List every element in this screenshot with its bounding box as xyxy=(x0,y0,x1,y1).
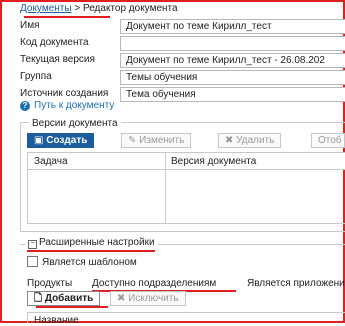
column-divider xyxy=(165,153,166,169)
column-name[interactable]: Название xyxy=(34,315,79,326)
annotation-underline xyxy=(24,16,110,18)
source-field[interactable]: Тема обучения xyxy=(120,87,345,102)
show-label: Отоб xyxy=(318,135,342,146)
advanced-settings-toggle[interactable]: − Расширенные настройки xyxy=(25,237,158,249)
delete-button[interactable]: ✖ Удалить xyxy=(218,133,282,148)
tab-products[interactable]: Продукты xyxy=(27,278,72,289)
is-template-row[interactable]: Является шаблоном xyxy=(27,256,137,268)
pencil-icon: ✎ xyxy=(128,135,137,146)
name-field[interactable]: Документ по теме Кирилл_тест xyxy=(120,19,345,34)
checkbox-icon[interactable] xyxy=(27,256,38,267)
x-icon: ✖ xyxy=(117,293,126,304)
annotation-underline xyxy=(36,306,108,308)
code-field[interactable] xyxy=(120,36,345,51)
versions-table-body xyxy=(27,170,345,224)
is-template-label: Является шаблоном xyxy=(42,257,137,268)
exclude-label: Исключить xyxy=(128,293,179,304)
column-divider xyxy=(165,170,166,223)
versions-title: Версии документа xyxy=(29,118,121,129)
group-field[interactable]: Темы обучения xyxy=(120,70,345,85)
minus-box-icon: − xyxy=(28,240,37,249)
group-label: Группа xyxy=(20,71,52,82)
code-label: Код документа xyxy=(20,37,89,48)
add-label: Добавить xyxy=(44,293,94,304)
advanced-settings-title: Расширенные настройки xyxy=(39,237,155,248)
edit-label: Изменить xyxy=(139,135,185,146)
edit-button[interactable]: ✎ Изменить xyxy=(121,133,192,148)
source-label: Источник создания xyxy=(20,88,109,99)
document-path-label: Путь к документу xyxy=(34,100,115,111)
departments-table-header: Название xyxy=(27,312,345,326)
create-label: Создать xyxy=(46,135,88,146)
x-icon: ✖ xyxy=(225,135,234,146)
current-version-field[interactable]: Документ по теме Кирилл_тест - 26.08.202 xyxy=(120,53,345,68)
question-icon: ? xyxy=(20,101,30,111)
column-task[interactable]: Задача xyxy=(34,156,68,167)
name-label: Имя xyxy=(20,20,40,31)
exclude-button[interactable]: ✖ Исключить xyxy=(110,291,186,306)
tab-available-departments[interactable]: Доступно подразделениям xyxy=(92,278,216,289)
breadcrumb: Документы > Редактор документа xyxy=(20,3,178,14)
annotation-underline xyxy=(27,250,155,252)
delete-label: Удалить xyxy=(236,135,275,146)
plus-icon: ▣ xyxy=(34,135,44,146)
breadcrumb-current: Редактор документа xyxy=(82,3,178,14)
document-path-link[interactable]: ? Путь к документу xyxy=(20,100,114,111)
document-icon: 🗋 xyxy=(34,293,43,304)
versions-table-header: Задача Версия документа xyxy=(27,152,345,170)
current-version-label: Текущая версия xyxy=(20,54,95,65)
create-button[interactable]: ▣ Создать xyxy=(27,133,95,148)
breadcrumb-documents-link[interactable]: Документы xyxy=(20,3,72,14)
show-button[interactable]: Отоб xyxy=(311,133,345,148)
add-button[interactable]: 🗋 Добавить xyxy=(27,291,101,306)
breadcrumb-separator: > xyxy=(74,3,81,14)
column-version[interactable]: Версия документа xyxy=(171,156,256,167)
tab-is-attachment[interactable]: Является приложени xyxy=(247,278,345,289)
